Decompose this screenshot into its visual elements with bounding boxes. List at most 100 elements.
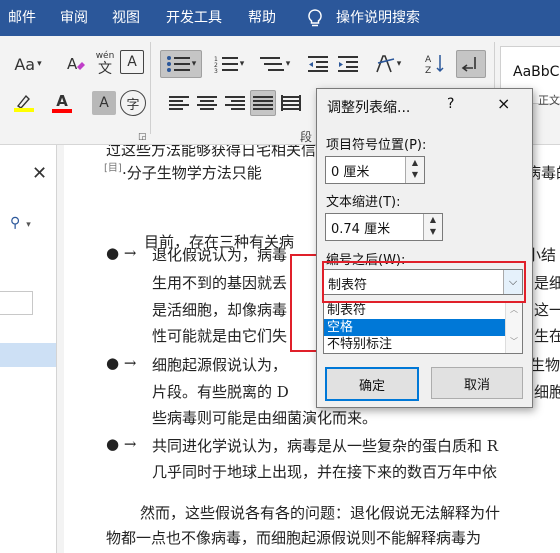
up-arrow-icon[interactable]: ▲ bbox=[424, 214, 442, 226]
stepper-arrows[interactable]: ▲ ▼ bbox=[405, 157, 424, 183]
bullet-list-icon bbox=[166, 56, 190, 72]
align-center-button[interactable] bbox=[194, 90, 220, 116]
distributed-button[interactable] bbox=[278, 90, 304, 116]
adjust-list-indents-dialog: 调整列表缩... ? × 项目符号位置(P): 0 厘米 ▲ ▼ 文本缩进(T):… bbox=[316, 88, 533, 408]
nav-search-input[interactable] bbox=[0, 291, 33, 315]
chevron-down-icon[interactable]: ⌵ bbox=[503, 270, 522, 294]
increase-indent-button[interactable] bbox=[334, 50, 362, 78]
tab-review[interactable]: 审阅 bbox=[60, 0, 88, 36]
group-divider bbox=[150, 42, 151, 134]
show-marks-button[interactable] bbox=[456, 50, 486, 78]
clear-format-button[interactable]: A bbox=[62, 50, 90, 78]
doc-line-15: 细胞 bbox=[534, 383, 560, 401]
dialog-title: 调整列表缩... bbox=[327, 100, 411, 116]
search-icon[interactable]: ⚲ ▾ bbox=[10, 215, 31, 231]
enclosed-char-icon[interactable]: 字 bbox=[120, 90, 146, 116]
doc-line-7: 是细 bbox=[534, 274, 560, 292]
svg-text:3: 3 bbox=[214, 68, 218, 73]
style-preview-normal: AaBbC bbox=[513, 64, 560, 80]
navigation-pane: ✕ ⚲ ▾ bbox=[0, 145, 57, 553]
align-center-icon bbox=[197, 96, 217, 110]
doc-line-13: 生物 bbox=[530, 356, 560, 374]
text-indent-stepper[interactable]: 0.74 厘米 ▲ ▼ bbox=[325, 213, 443, 241]
font-color-button[interactable]: A bbox=[44, 90, 80, 116]
char-shading-icon[interactable]: A bbox=[92, 91, 116, 115]
tell-me-label: 操作说明搜索 bbox=[336, 10, 420, 26]
justify-icon bbox=[253, 96, 273, 110]
bullet-marker: ● → bbox=[106, 244, 137, 262]
style-zheng-label: 正文 bbox=[538, 94, 560, 107]
multilevel-list-icon bbox=[259, 57, 284, 71]
close-button[interactable]: × bbox=[497, 94, 510, 113]
highlighter-icon bbox=[16, 94, 30, 108]
doc-line-18: 几乎同时于地球上出现，并在接下来的数百万年中依 bbox=[152, 463, 498, 481]
multilevel-list-button[interactable]: ▾ bbox=[254, 50, 296, 78]
chinese-layout-button[interactable]: ▾ bbox=[370, 50, 406, 78]
tell-me-search[interactable]: 操作说明搜索 bbox=[306, 0, 420, 36]
sort-button[interactable]: AZ bbox=[422, 50, 450, 78]
change-case-label: Aa bbox=[14, 54, 36, 74]
anchor-mark-icon: [目] bbox=[104, 163, 122, 174]
up-arrow-icon[interactable]: ▲ bbox=[406, 157, 424, 169]
align-left-button[interactable] bbox=[166, 90, 192, 116]
ok-button[interactable]: 确定 bbox=[325, 367, 419, 401]
doc-line-10: 性可能就是由它们失 bbox=[152, 327, 288, 345]
sort-az-icon: AZ bbox=[425, 55, 444, 75]
doc-line-8: 是活细胞，却像病毒 bbox=[152, 301, 288, 319]
help-button[interactable]: ? bbox=[447, 96, 454, 112]
stepper-arrows[interactable]: ▲ ▼ bbox=[423, 214, 442, 240]
tab-mailings[interactable]: 邮件 bbox=[8, 0, 36, 36]
char-border-icon[interactable]: A bbox=[120, 50, 144, 74]
doc-line-20: 物都一点也不像病毒，而细胞起源假说则不能解释病毒为 bbox=[106, 529, 482, 547]
align-right-button[interactable] bbox=[222, 90, 248, 116]
bullets-button[interactable]: ▾ bbox=[160, 50, 202, 78]
increase-indent-icon bbox=[338, 56, 358, 72]
font-color-swatch bbox=[52, 108, 72, 113]
align-right-icon bbox=[225, 96, 245, 110]
cancel-button[interactable]: 取消 bbox=[431, 367, 523, 399]
doc-line-19: 然而，这些假说各有各的问题：退化假说无法解释为什 bbox=[140, 504, 501, 522]
chinese-layout-icon bbox=[375, 55, 394, 73]
doc-line-4: 退化假说认为，病毒 bbox=[152, 246, 288, 264]
close-icon[interactable]: ✕ bbox=[32, 163, 47, 184]
down-arrow-icon[interactable]: ▼ bbox=[406, 169, 424, 181]
align-left-icon bbox=[169, 96, 189, 110]
highlight-color-button[interactable] bbox=[6, 90, 42, 116]
doc-line-14: 片段。有些脱离的 D bbox=[152, 383, 289, 401]
follow-number-label: 编号之后(W): bbox=[326, 253, 406, 268]
bullet-marker: ● → bbox=[106, 354, 137, 372]
follow-number-listbox[interactable]: 制表符 空格 不特别标注 ︿ ﹀ bbox=[323, 301, 523, 354]
number-position-label: 项目符号位置(P): bbox=[326, 138, 427, 153]
numbered-list-icon: 123 bbox=[214, 56, 238, 73]
doc-line-17: 共同进化学说认为，病毒是从一些复杂的蛋白质和 R bbox=[152, 437, 499, 455]
font-dialog-launcher[interactable]: ◲ bbox=[138, 132, 147, 142]
clear-format-icon: A bbox=[67, 55, 85, 73]
doc-line-11: 生在 bbox=[534, 327, 560, 345]
nav-selected-heading[interactable] bbox=[0, 343, 56, 367]
down-arrow-icon[interactable]: ▼ bbox=[424, 226, 442, 238]
change-case-button[interactable]: Aa ▾ bbox=[8, 50, 48, 78]
listbox-scrollbar[interactable]: ︿ ﹀ bbox=[505, 302, 522, 353]
text-indent-value: 0.74 厘米 bbox=[331, 222, 391, 237]
tab-developer[interactable]: 开发工具 bbox=[166, 0, 222, 36]
doc-line-1: ·分子生物学方法只能 bbox=[122, 164, 262, 182]
phonetic-guide-button[interactable]: wén 文 bbox=[91, 48, 119, 80]
option-tab[interactable]: 制表符 bbox=[324, 302, 522, 319]
number-position-stepper[interactable]: 0 厘米 ▲ ▼ bbox=[325, 156, 425, 184]
bullet-marker: ● → bbox=[106, 435, 137, 453]
svg-text:A: A bbox=[67, 55, 78, 73]
tab-help[interactable]: 帮助 bbox=[248, 0, 276, 36]
follow-number-select[interactable]: 制表符 ⌵ bbox=[323, 269, 523, 295]
text-indent-label: 文本缩进(T): bbox=[326, 195, 401, 210]
wen-char-icon: 文 bbox=[98, 60, 112, 77]
justify-button[interactable] bbox=[250, 90, 276, 116]
numbering-button[interactable]: 123 ▾ bbox=[208, 50, 250, 78]
tab-view[interactable]: 视图 bbox=[112, 0, 140, 36]
svg-text:A: A bbox=[425, 55, 432, 65]
option-space[interactable]: 空格 bbox=[324, 319, 522, 336]
paragraph-group-label: 段 bbox=[300, 130, 313, 144]
decrease-indent-button[interactable] bbox=[304, 50, 332, 78]
doc-line-9: 这一 bbox=[534, 301, 560, 319]
option-nothing[interactable]: 不特别标注 bbox=[324, 336, 522, 353]
follow-number-selected: 制表符 bbox=[328, 278, 368, 293]
